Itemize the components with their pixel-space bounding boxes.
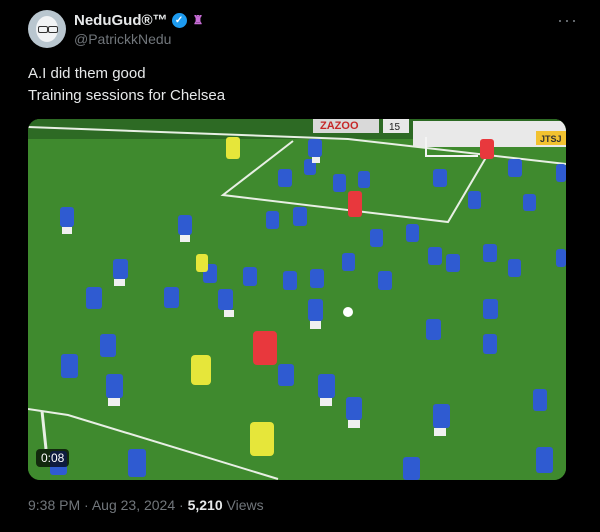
tweet-line-2: Training sessions for Chelsea: [28, 87, 226, 104]
views-count[interactable]: 5,210: [188, 497, 223, 513]
video-frame: ZAZOO 15 JTSJ: [28, 119, 566, 480]
verified-badge-icon: ✓: [171, 13, 187, 28]
video-timer: 0:08: [36, 449, 70, 467]
handle[interactable]: @PatrickkNedu: [74, 31, 206, 47]
tweet-line-1: A.I did them good: [28, 65, 146, 82]
separator: ·: [84, 497, 89, 513]
display-name[interactable]: NeduGud®™: [74, 12, 168, 29]
author-names: NeduGud®™ ✓ ♜ @PatrickkNedu: [74, 12, 206, 47]
display-name-row[interactable]: NeduGud®™ ✓ ♜: [74, 12, 206, 29]
glasses-right: [48, 26, 58, 33]
timestamp[interactable]: 9:38 PM: [28, 497, 80, 513]
ball: [343, 307, 353, 317]
board-number-text: 15: [389, 122, 401, 133]
affiliation-icon: ♜: [192, 13, 204, 27]
views-label: Views: [226, 497, 264, 513]
tweet-header: NeduGud®™ ✓ ♜ @PatrickkNedu ···: [28, 10, 578, 50]
ad-board-logo-text: JTSJ: [540, 134, 562, 144]
tweet-meta: 9:38 PM · Aug 23, 2024 · 5,210 Views: [28, 497, 264, 513]
separator: ·: [179, 497, 184, 513]
date[interactable]: Aug 23, 2024: [92, 497, 175, 513]
video-player[interactable]: ZAZOO 15 JTSJ 0:08: [28, 119, 566, 480]
tweet-text: A.I did them good Training sessions for …: [28, 63, 225, 107]
avatar[interactable]: [28, 10, 66, 48]
more-options-icon[interactable]: ···: [557, 10, 578, 31]
glasses-left: [38, 26, 48, 33]
ad-board-1-text: ZAZOO: [320, 120, 359, 132]
